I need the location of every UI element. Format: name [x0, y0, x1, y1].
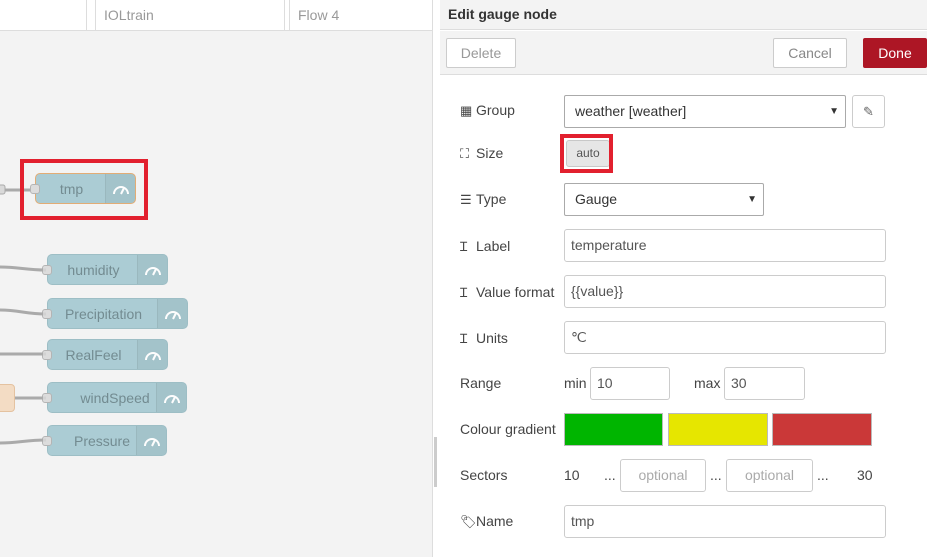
value-format-input[interactable]: {{value}} — [564, 275, 886, 308]
range-max-label: max — [694, 375, 721, 391]
range-max-input[interactable]: 30 — [724, 367, 805, 400]
node-windspeed[interactable]: windSpeed — [42, 382, 187, 413]
wire — [0, 265, 47, 272]
tray-title: Edit gauge node — [440, 0, 927, 30]
gauge-icon — [137, 255, 167, 284]
type-select[interactable]: Gauge ▼ — [564, 183, 764, 216]
node-label: humidity — [67, 262, 120, 278]
flow-workspace[interactable]: IOLtrain Flow 4 tmp humidity Precipitati… — [0, 0, 432, 557]
sectors-end: 30 — [857, 467, 873, 483]
label-input[interactable]: temperature — [564, 229, 886, 262]
range-min-label: min — [564, 375, 587, 391]
units-input[interactable]: ℃ — [564, 321, 886, 354]
sectors-label: Sectors — [460, 467, 508, 483]
type-label: ☰ Type — [460, 191, 507, 207]
node-label: Precipitation — [64, 306, 143, 322]
units-label: Ɪ Units — [460, 330, 508, 346]
edit-group-button[interactable]: ✎ — [852, 95, 885, 128]
cancel-button[interactable]: Cancel — [773, 38, 847, 68]
node-humidity[interactable]: humidity — [42, 254, 168, 285]
name-label: 🏷︎Name — [460, 513, 514, 529]
node-realfeel[interactable]: RealFeel — [42, 339, 168, 370]
node-pressure[interactable]: Pressure — [42, 425, 167, 456]
range-min-input[interactable]: 10 — [590, 367, 670, 400]
resize-handle[interactable] — [434, 437, 437, 487]
table-icon: ▦ — [460, 103, 473, 118]
wire — [0, 308, 47, 316]
name-input[interactable]: tmp — [564, 505, 886, 538]
range-label: Range — [460, 375, 502, 391]
tag-icon: 🏷︎ — [460, 514, 477, 529]
node-label: RealFeel — [65, 347, 122, 363]
label-label: Ɪ Label — [460, 238, 511, 254]
sectors-dots: ... — [817, 467, 829, 483]
colour-picker-high[interactable] — [772, 413, 872, 446]
resize-icon: ⛶ — [460, 146, 470, 161]
size-label: ⛶ Size — [460, 145, 504, 161]
gauge-icon — [136, 426, 166, 455]
colour-gradient-label: Colour gradient — [460, 421, 556, 437]
tray-toolbar: Delete Cancel Done — [440, 31, 927, 75]
text-cursor-icon: Ɪ — [460, 239, 468, 254]
value-format-label: Ɪ Value format — [460, 284, 555, 300]
sectors-dots: ... — [604, 467, 616, 483]
list-icon: ☰ — [460, 192, 472, 207]
text-cursor-icon: Ɪ — [460, 331, 468, 346]
chevron-down-icon: ▼ — [747, 194, 757, 205]
colour-picker-mid[interactable] — [668, 413, 768, 446]
done-button[interactable]: Done — [863, 38, 927, 68]
output-port[interactable] — [0, 184, 6, 195]
sectors-dots: ... — [710, 467, 722, 483]
sector-input-2[interactable]: optional — [726, 459, 813, 492]
text-cursor-icon: Ɪ — [460, 285, 468, 300]
size-highlight — [560, 134, 613, 173]
chevron-down-icon: ▼ — [829, 106, 839, 117]
pencil-icon: ✎ — [863, 104, 874, 119]
gauge-icon — [137, 340, 167, 369]
colour-picker-low[interactable] — [564, 413, 663, 446]
sector-input-1[interactable]: optional — [620, 459, 706, 492]
selection-highlight — [20, 159, 148, 220]
wire — [0, 438, 47, 445]
group-select[interactable]: weather [weather] ▼ — [564, 95, 846, 128]
sectors-start: 10 — [564, 467, 580, 483]
group-label: ▦ Group — [460, 102, 515, 118]
gauge-icon — [157, 299, 187, 328]
node-precipitation[interactable]: Precipitation — [42, 298, 188, 329]
upstream-node-stub[interactable] — [0, 384, 15, 412]
edit-tray: Edit gauge node Delete Cancel Done ▦ Grou… — [440, 0, 927, 557]
gauge-icon — [156, 383, 186, 412]
delete-button[interactable]: Delete — [446, 38, 516, 68]
